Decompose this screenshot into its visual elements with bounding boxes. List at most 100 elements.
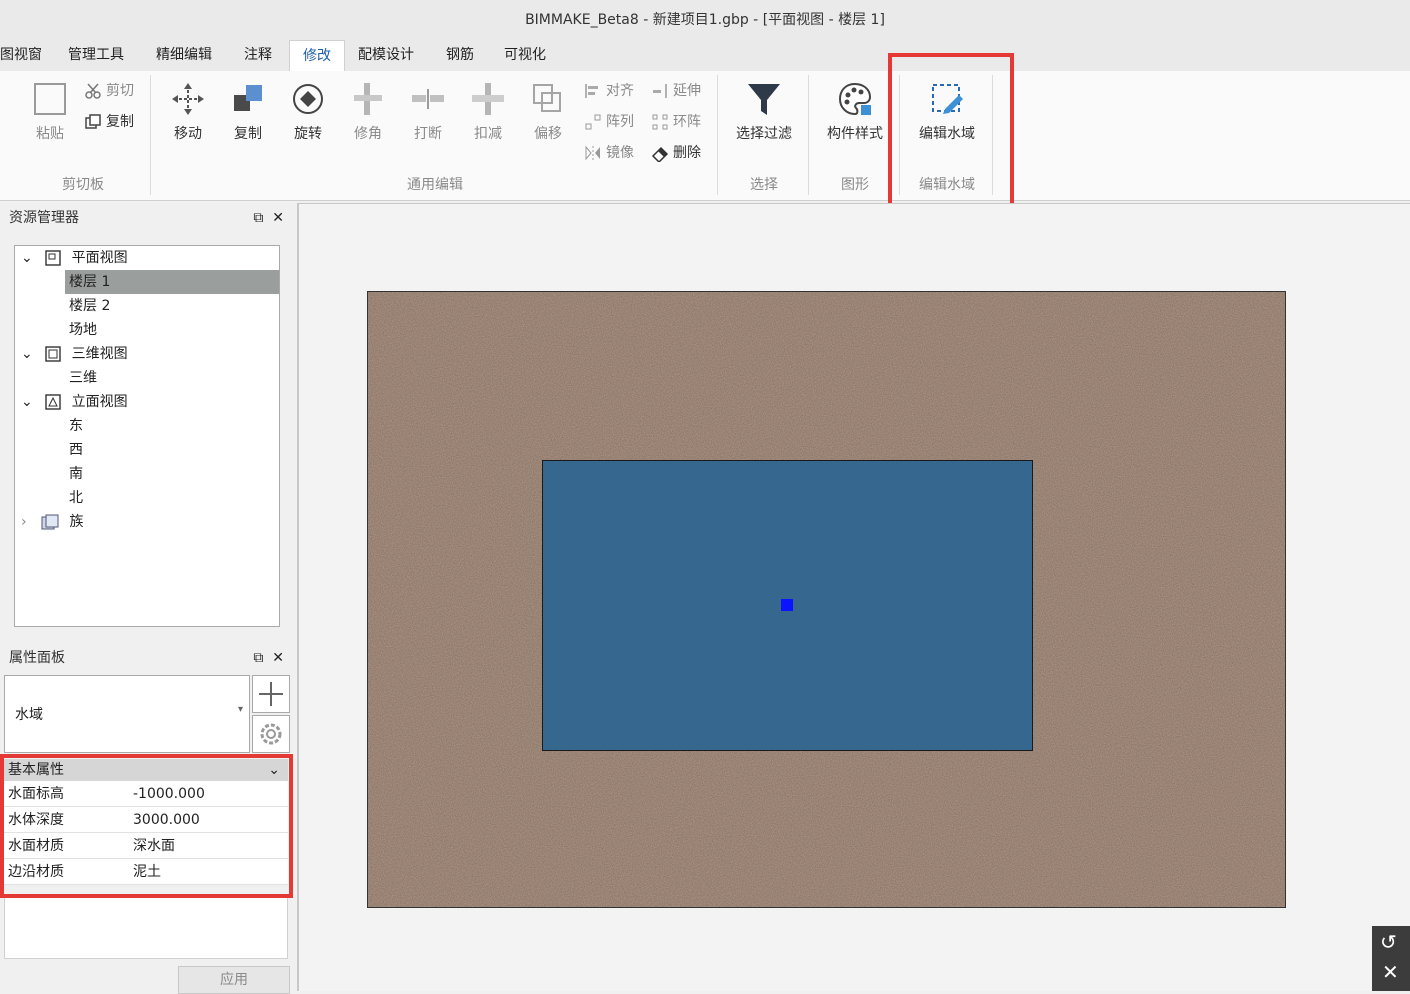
tree-node-west[interactable]: 西	[69, 438, 83, 462]
properties-header: 属性面板 ⧉ ✕	[0, 643, 292, 673]
ribbon-separator	[808, 75, 809, 195]
tree-node-label: 场地	[69, 322, 97, 338]
chevron-down-icon[interactable]: ⌄	[21, 250, 33, 266]
tree-node-label: 立面视图	[71, 394, 128, 410]
tree-node-families[interactable]: › 族	[21, 510, 279, 534]
copy-button[interactable]: 复制	[222, 81, 274, 143]
trim-button[interactable]: 修角	[342, 81, 394, 143]
tree-node-label: 三维视图	[71, 346, 128, 362]
close-view-icon[interactable]: ✕	[1382, 960, 1399, 984]
move-icon	[172, 83, 204, 115]
terrain-surface[interactable]	[367, 291, 1286, 908]
tree-node-north[interactable]: 北	[69, 486, 83, 510]
tab-annotate[interactable]: 注释	[244, 40, 284, 71]
view-control-bar: ↺ ✕	[1372, 926, 1410, 991]
tree-node-label: 北	[69, 490, 83, 506]
tree-node-label: 西	[69, 442, 83, 458]
undo-view-icon[interactable]: ↺	[1380, 930, 1397, 954]
selection-filter-label: 选择过滤	[736, 126, 792, 142]
apply-button[interactable]: 应用	[178, 966, 290, 994]
offset-icon	[533, 84, 561, 112]
tab-formwork-design[interactable]: 配模设计	[358, 40, 428, 71]
split-icon	[412, 89, 444, 109]
restore-icon[interactable]: ⧉	[253, 650, 263, 666]
array-icon	[585, 114, 601, 130]
type-settings-button[interactable]	[252, 715, 290, 753]
tree-node-south[interactable]: 南	[69, 462, 83, 486]
close-icon[interactable]: ✕	[272, 210, 284, 226]
trim-label: 修角	[354, 126, 382, 142]
chevron-down-icon[interactable]: ⌄	[21, 394, 33, 410]
tab-rebar[interactable]: 钢筋	[446, 40, 486, 71]
tab-view-window[interactable]: 图视窗	[0, 40, 48, 71]
copy-clipboard-button[interactable]: 复制	[84, 111, 134, 133]
rotate-label: 旋转	[294, 126, 322, 142]
add-type-button[interactable]	[252, 675, 290, 713]
tree-node-site[interactable]: 场地	[69, 318, 97, 342]
chevron-down-icon[interactable]: ⌄	[21, 346, 33, 362]
copy-clipboard-label: 复制	[106, 114, 134, 130]
align-label: 对齐	[606, 83, 634, 99]
type-selector[interactable]: 水域 ▾	[4, 675, 250, 753]
tab-management-tools[interactable]: 管理工具	[68, 40, 138, 71]
selection-filter-button[interactable]: 选择过滤	[728, 81, 800, 143]
ribbon-toolbar: 粘贴 剪切 复制 剪切板 移动 复制 旋转 修角 打断 扣减 偏移 对齐 阵列 …	[0, 71, 1410, 201]
tree-node-floor-2[interactable]: 楼层 2	[69, 294, 110, 318]
ring-array-button[interactable]: 环阵	[651, 111, 701, 133]
elevation-view-icon	[45, 394, 61, 410]
properties-highlight-box	[0, 754, 293, 898]
offset-button[interactable]: 偏移	[522, 81, 574, 143]
tree-node-east[interactable]: 东	[69, 414, 83, 438]
palette-icon	[838, 82, 872, 116]
tree-node-plan-views[interactable]: ⌄ 平面视图	[21, 246, 279, 270]
resource-tree: ⌄ 平面视图 楼层 1 楼层 2 场地 ⌄ 三维视图 三维 ⌄ 立面视图 东 西…	[14, 245, 280, 627]
tab-modify[interactable]: 修改	[289, 40, 345, 71]
tree-node-elevation-views[interactable]: ⌄ 立面视图	[21, 390, 279, 414]
ring-array-label: 环阵	[673, 114, 701, 130]
copy-icon	[85, 114, 101, 129]
tree-node-3d[interactable]: 三维	[69, 366, 97, 390]
water-center-handle[interactable]	[781, 599, 793, 611]
split-button[interactable]: 打断	[402, 81, 454, 143]
dropdown-arrow-icon: ▾	[237, 704, 243, 715]
panel-controls: ⧉ ✕	[253, 203, 284, 233]
gear-icon	[260, 723, 282, 745]
subtract-icon	[472, 83, 504, 115]
paste-button[interactable]: 粘贴	[22, 81, 78, 143]
tree-node-label: 平面视图	[71, 250, 128, 266]
extend-button[interactable]: 延伸	[651, 80, 701, 102]
tab-visualization[interactable]: 可视化	[504, 40, 564, 71]
drawing-canvas[interactable]	[297, 203, 1410, 991]
properties-title: 属性面板	[9, 650, 65, 666]
tree-node-label: 族	[69, 514, 84, 530]
delete-button[interactable]: 删除	[651, 142, 701, 164]
rotate-button[interactable]: 旋转	[282, 81, 334, 143]
subtract-button[interactable]: 扣减	[462, 81, 514, 143]
resource-manager-title: 资源管理器	[9, 210, 79, 226]
move-button[interactable]: 移动	[162, 81, 214, 143]
chevron-right-icon[interactable]: ›	[21, 514, 27, 530]
tree-node-3d-views[interactable]: ⌄ 三维视图	[21, 342, 279, 366]
mirror-icon	[585, 145, 600, 161]
funnel-icon	[748, 84, 780, 115]
component-style-button[interactable]: 构件样式	[818, 81, 892, 143]
close-icon[interactable]: ✕	[272, 650, 284, 666]
properties-empty-area	[4, 897, 288, 959]
water-region[interactable]	[542, 460, 1033, 751]
type-selector-value: 水域	[15, 707, 43, 723]
clipboard-group-label: 剪切板	[62, 177, 104, 193]
component-style-label: 构件样式	[827, 126, 883, 142]
panel-controls: ⧉ ✕	[253, 643, 284, 673]
tree-node-floor-1[interactable]: 楼层 1	[65, 270, 279, 294]
restore-icon[interactable]: ⧉	[253, 210, 263, 226]
array-button[interactable]: 阵列	[584, 111, 634, 133]
graphics-group-label: 图形	[841, 177, 869, 193]
plan-view-icon	[45, 250, 61, 266]
ribbon-highlight-box	[888, 53, 1014, 215]
paste-icon	[34, 83, 66, 115]
cut-button[interactable]: 剪切	[84, 80, 134, 102]
plus-icon	[259, 682, 283, 706]
align-button[interactable]: 对齐	[584, 80, 634, 102]
tab-fine-edit[interactable]: 精细编辑	[156, 40, 226, 71]
mirror-button[interactable]: 镜像	[584, 142, 634, 164]
